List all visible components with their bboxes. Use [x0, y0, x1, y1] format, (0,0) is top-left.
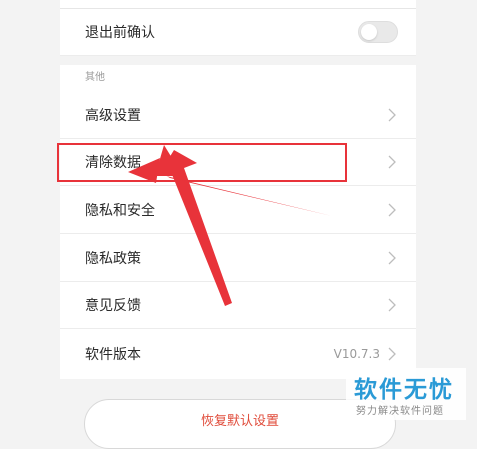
annotation-arrows: [128, 145, 332, 306]
watermark: 软件无忧 努力解决软件问题: [346, 368, 466, 420]
watermark-subtitle: 努力解决软件问题: [356, 406, 444, 417]
arrow-left-head: [128, 158, 160, 183]
watermark-title: 软件无忧: [354, 377, 454, 403]
